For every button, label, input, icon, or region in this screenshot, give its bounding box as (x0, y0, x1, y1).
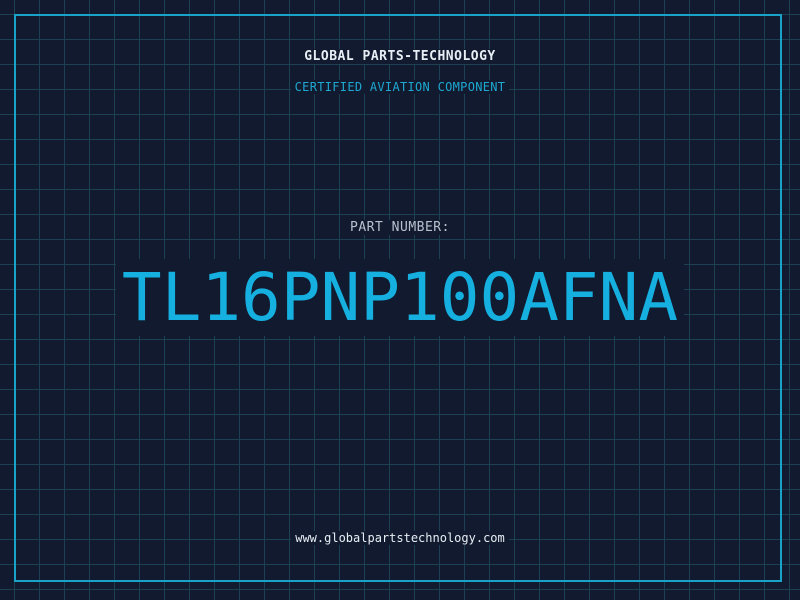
part-number-value-text: TL16PNP100AFNA (115, 259, 685, 336)
part-number-label-text: PART NUMBER: (346, 220, 454, 235)
part-number-value: TL16PNP100AFNA (0, 258, 800, 338)
company-name: GLOBAL PARTS-TECHNOLOGY (0, 49, 800, 64)
website-url: www.globalpartstechnology.com (0, 531, 800, 545)
part-number-label: PART NUMBER: (0, 220, 800, 235)
part-label-card: GLOBAL PARTS-TECHNOLOGY CERTIFIED AVIATI… (0, 0, 800, 600)
certification-tagline: CERTIFIED AVIATION COMPONENT (0, 80, 800, 94)
website-url-text: www.globalpartstechnology.com (291, 531, 509, 545)
company-name-text: GLOBAL PARTS-TECHNOLOGY (300, 49, 500, 64)
certification-tagline-text: CERTIFIED AVIATION COMPONENT (290, 80, 510, 94)
